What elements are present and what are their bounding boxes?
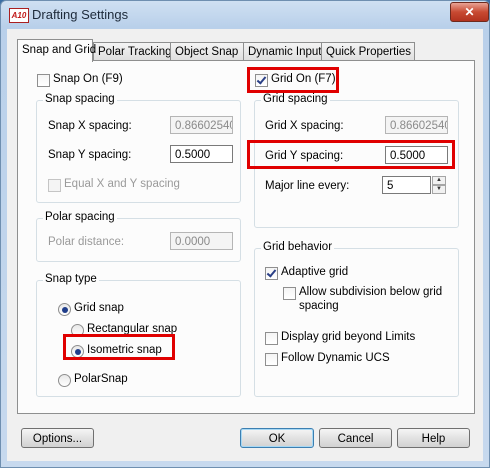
grid-y-spacing-highlight [247, 140, 455, 169]
allow-subdivision-label-line2: spacing [299, 300, 339, 312]
polar-distance-label: Polar distance: [48, 236, 125, 248]
snap-y-label: Snap Y spacing: [48, 149, 132, 161]
allow-subdivision-label: Allow subdivision below grid [299, 286, 443, 298]
major-line-spinner[interactable]: ▲ ▼ [432, 176, 446, 194]
snap-spacing-group: Snap spacing Snap X spacing: 0.86602540 … [36, 93, 241, 203]
grid-snap-label: Grid snap [74, 302, 124, 314]
follow-dynamic-ucs-label: Follow Dynamic UCS [281, 352, 390, 364]
grid-spacing-title: Grid spacing [261, 93, 330, 105]
ok-button[interactable]: OK [240, 428, 314, 448]
adaptive-grid-checkbox[interactable] [265, 267, 278, 280]
polarsnap-label: PolarSnap [74, 373, 128, 385]
snap-and-grid-panel: Snap On (F9) Snap spacing Snap X spacing… [17, 60, 475, 414]
snap-on-label: Snap On (F9) [53, 73, 123, 85]
drafting-settings-window: A10 Drafting Settings ✕ Snap and Grid Po… [0, 0, 490, 468]
title-bar[interactable]: A10 Drafting Settings ✕ [1, 1, 489, 29]
display-beyond-limits-checkbox[interactable] [265, 332, 278, 345]
tab-snap-and-grid[interactable]: Snap and Grid [17, 39, 96, 62]
grid-behavior-title: Grid behavior [261, 241, 335, 253]
tab-object-snap[interactable]: Object Snap [170, 42, 244, 61]
isometric-snap-highlight [63, 334, 175, 360]
grid-on-highlight [247, 67, 339, 93]
adaptive-grid-label: Adaptive grid [281, 266, 349, 278]
tab-polar-tracking[interactable]: Polar Tracking [93, 42, 172, 61]
snap-x-spacing-input[interactable]: 0.86602540 [170, 116, 233, 134]
major-line-every-input[interactable]: 5 [382, 176, 431, 194]
snap-spacing-title: Snap spacing [43, 93, 117, 105]
polarsnap-radio[interactable] [58, 374, 71, 387]
polar-spacing-title: Polar spacing [43, 211, 117, 223]
close-button[interactable]: ✕ [450, 2, 489, 22]
grid-snap-radio[interactable] [58, 303, 71, 316]
snap-y-spacing-input[interactable]: 0.5000 [170, 145, 233, 163]
help-button[interactable]: Help [397, 428, 470, 448]
autocad-app-icon: A10 [9, 8, 29, 23]
snap-x-label: Snap X spacing: [48, 120, 132, 132]
equal-xy-spacing-checkbox[interactable] [48, 179, 61, 192]
snap-type-title: Snap type [43, 273, 99, 285]
allow-subdivision-checkbox[interactable] [283, 287, 296, 300]
snap-on-checkbox[interactable] [37, 74, 50, 87]
grid-behavior-group: Grid behavior Adaptive grid Allow subdiv… [254, 241, 459, 397]
follow-dynamic-ucs-checkbox[interactable] [265, 353, 278, 366]
polar-distance-input[interactable]: 0.0000 [170, 232, 233, 250]
options-button[interactable]: Options... [21, 428, 94, 448]
tab-dynamic-input[interactable]: Dynamic Input [243, 42, 322, 61]
dialog-client: Snap and Grid Polar Tracking Object Snap… [7, 29, 483, 461]
spin-up-icon[interactable]: ▲ [432, 176, 446, 185]
grid-x-label: Grid X spacing: [265, 120, 344, 132]
polar-spacing-group: Polar spacing Polar distance: 0.0000 [36, 211, 241, 262]
spin-down-icon[interactable]: ▼ [432, 185, 446, 194]
tab-quick-properties[interactable]: Quick Properties [321, 42, 415, 61]
equal-xy-spacing-label: Equal X and Y spacing [64, 178, 180, 190]
major-line-label: Major line every: [265, 180, 350, 192]
display-beyond-limits-label: Display grid beyond Limits [281, 331, 416, 343]
window-title: Drafting Settings [32, 7, 129, 22]
cancel-button[interactable]: Cancel [319, 428, 392, 448]
grid-x-spacing-input[interactable]: 0.86602540 [385, 116, 448, 134]
